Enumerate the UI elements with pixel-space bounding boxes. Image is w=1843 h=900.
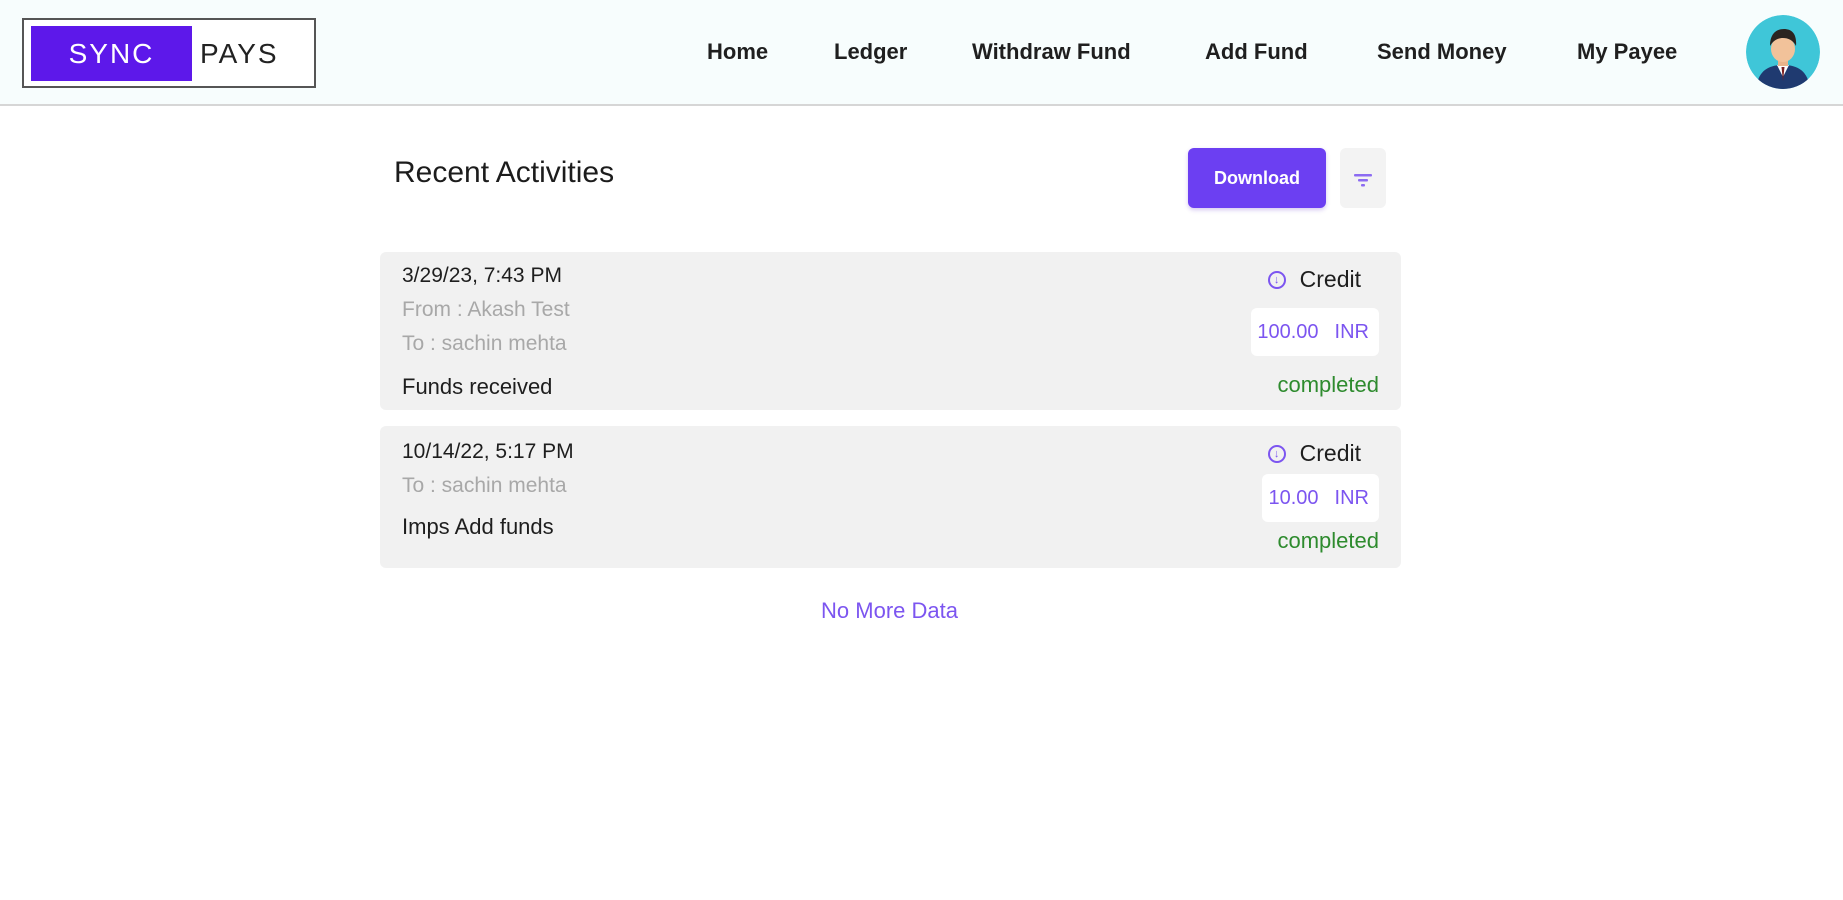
transaction-status: completed	[1277, 372, 1379, 397]
top-navbar: SYNC PAYS Home Ledger Withdraw Fund Add …	[0, 0, 1843, 106]
transaction-type: ↓ Credit	[1267, 440, 1361, 467]
credit-icon: ↓	[1267, 444, 1286, 463]
transaction-type-label: Credit	[1299, 266, 1361, 292]
transaction-to: To : sachin mehta	[402, 474, 567, 497]
user-avatar-icon[interactable]	[1746, 15, 1820, 89]
transaction-amount-box: 100.00 INR	[1251, 308, 1379, 356]
nav-my-payee[interactable]: My Payee	[1577, 0, 1677, 104]
nav-ledger[interactable]: Ledger	[834, 0, 907, 104]
nav-send-money[interactable]: Send Money	[1377, 0, 1507, 104]
logo-sync-text: SYNC	[31, 26, 192, 81]
transaction-amount: 100.00	[1257, 320, 1319, 343]
download-button[interactable]: Download	[1188, 148, 1326, 208]
filter-icon	[1354, 174, 1372, 187]
transaction-currency: INR	[1334, 486, 1369, 509]
transaction-type-label: Credit	[1299, 440, 1361, 466]
transaction-datetime: 3/29/23, 7:43 PM	[402, 264, 562, 287]
transaction-to: To : sachin mehta	[402, 332, 567, 355]
logo-pays-text: PAYS	[200, 38, 279, 69]
transaction-from: From : Akash Test	[402, 298, 570, 321]
credit-icon: ↓	[1267, 270, 1286, 289]
transaction-description: Imps Add funds	[402, 514, 554, 539]
nav-home[interactable]: Home	[707, 0, 768, 104]
syncpays-logo[interactable]: SYNC PAYS	[22, 18, 316, 88]
transaction-card[interactable]: 3/29/23, 7:43 PM From : Akash Test To : …	[380, 252, 1401, 410]
transaction-description: Funds received	[402, 374, 553, 399]
no-more-data-text: No More Data	[821, 598, 958, 623]
transaction-status: completed	[1277, 528, 1379, 553]
page-title: Recent Activities	[394, 156, 615, 189]
nav-add-fund[interactable]: Add Fund	[1205, 0, 1308, 104]
transaction-amount-box: 10.00 INR	[1262, 474, 1379, 522]
transaction-type: ↓ Credit	[1267, 266, 1361, 293]
transaction-amount: 10.00	[1268, 486, 1319, 509]
nav-withdraw-fund[interactable]: Withdraw Fund	[972, 0, 1131, 104]
filter-button[interactable]	[1340, 148, 1386, 208]
transaction-card[interactable]: 10/14/22, 5:17 PM To : sachin mehta Imps…	[380, 426, 1401, 568]
transaction-datetime: 10/14/22, 5:17 PM	[402, 440, 574, 463]
transaction-currency: INR	[1334, 320, 1369, 343]
